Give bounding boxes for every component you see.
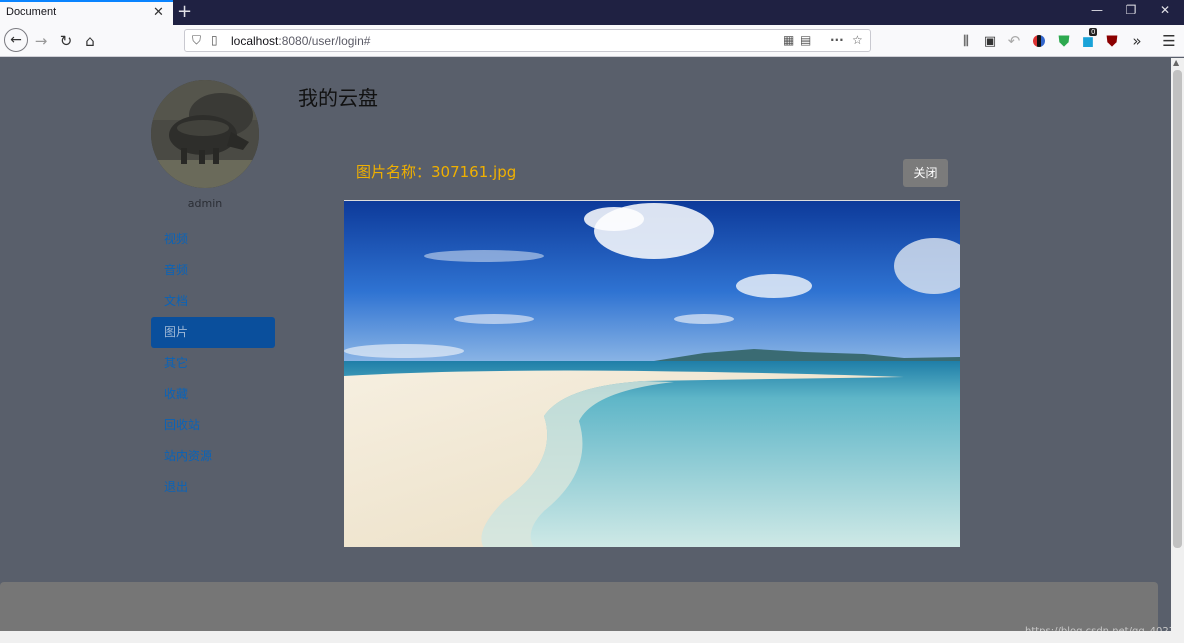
- sidebar-icon[interactable]: ▣: [979, 30, 1001, 52]
- undo-icon[interactable]: ↶: [1003, 30, 1025, 52]
- vertical-scrollbar[interactable]: ▲: [1171, 58, 1184, 643]
- tracking-shield-icon[interactable]: ⛉: [192, 33, 201, 48]
- sidebar-item-recycle-bin[interactable]: 回收站: [151, 410, 275, 441]
- forward-icon[interactable]: →: [30, 30, 52, 52]
- image-preview: [344, 200, 960, 547]
- hamburger-menu-icon[interactable]: ☰: [1158, 30, 1180, 52]
- close-tab-icon[interactable]: ✕: [153, 5, 164, 20]
- close-button[interactable]: 关闭: [903, 159, 948, 187]
- extension-color-icon[interactable]: [1028, 30, 1050, 52]
- sidebar-item-logout[interactable]: 退出: [151, 472, 275, 503]
- horizontal-scrollbar[interactable]: [0, 631, 1171, 643]
- sidebar-item-audio[interactable]: 音频: [151, 255, 275, 286]
- qr-code-icon[interactable]: ▦: [783, 33, 794, 47]
- image-name-label: 图片名称：307161.jpg: [356, 163, 517, 181]
- avatar: [151, 80, 259, 188]
- window-close-icon[interactable]: ✕: [1150, 3, 1180, 21]
- bookmark-star-icon[interactable]: ☆: [852, 33, 863, 47]
- navigation-toolbar: ← → ↻ ⌂ ⛉ ▯ localhost:8080/user/login# ▦…: [0, 25, 1184, 57]
- page-content: admin 视频 音频 文档 图片 其它 收藏 回收站 站内资源 退出 我的云盘…: [0, 58, 1184, 643]
- shield-extension-icon[interactable]: ⛊: [1053, 30, 1075, 52]
- sidebar-item-images[interactable]: 图片: [151, 317, 275, 348]
- restore-icon[interactable]: ❐: [1116, 3, 1146, 21]
- library-icon[interactable]: ⫼: [955, 30, 977, 52]
- sidebar-item-favorites[interactable]: 收藏: [151, 379, 275, 410]
- scroll-up-icon[interactable]: ▲: [1173, 58, 1179, 67]
- tab-strip: Document ✕ + — ❐ ✕: [0, 0, 1184, 25]
- home-icon[interactable]: ⌂: [79, 30, 101, 52]
- username: admin: [187, 197, 223, 210]
- url-text: localhost:8080/user/login#: [231, 34, 371, 48]
- extension-badge-icon[interactable]: ◼ 0: [1077, 28, 1099, 52]
- page-title: 我的云盘: [298, 86, 378, 110]
- url-bar[interactable]: ⛉ ▯ localhost:8080/user/login# ▦ ▤ ··· ☆: [184, 29, 871, 52]
- new-tab-icon[interactable]: +: [177, 1, 192, 22]
- tab-document[interactable]: Document ✕: [0, 0, 173, 25]
- sidebar-menu: 视频 音频 文档 图片 其它 收藏 回收站 站内资源 退出: [151, 224, 275, 503]
- back-icon[interactable]: ←: [4, 28, 28, 52]
- sidebar-item-other[interactable]: 其它: [151, 348, 275, 379]
- ublock-icon[interactable]: ⛊: [1101, 30, 1123, 52]
- sidebar-item-site-resources[interactable]: 站内资源: [151, 441, 275, 472]
- overflow-menu-icon[interactable]: »: [1126, 30, 1148, 52]
- reader-view-icon[interactable]: ▤: [800, 33, 811, 47]
- page-actions-icon[interactable]: ···: [830, 33, 844, 47]
- sidebar-item-video[interactable]: 视频: [151, 224, 275, 255]
- reload-icon[interactable]: ↻: [55, 30, 77, 52]
- sidebar-item-documents[interactable]: 文档: [151, 286, 275, 317]
- tab-title: Document: [6, 6, 57, 18]
- scroll-thumb[interactable]: [1173, 70, 1182, 548]
- minimize-icon[interactable]: —: [1082, 3, 1112, 21]
- page-info-icon[interactable]: ▯: [211, 33, 218, 47]
